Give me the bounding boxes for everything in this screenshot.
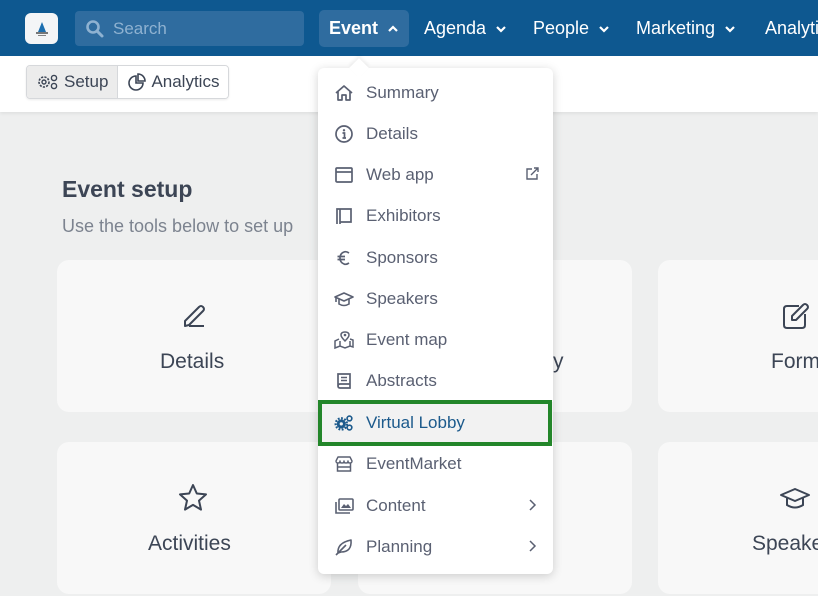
logo-icon [35,21,48,36]
nav-analytics[interactable]: Analytics [755,10,818,47]
nav-marketing-label: Marketing [636,18,716,38]
menu-item-label: Event map [366,329,448,349]
leaf-icon [335,538,352,556]
menu-item-label: Content [366,495,426,515]
card-speakers-label: Speake [752,532,818,555]
nav-event[interactable]: Event [319,10,410,47]
app-logo[interactable] [25,13,58,44]
chevron-up-icon [388,24,398,32]
top-navbar: Search Event Agenda People Marketing Ana… [0,0,818,56]
menu-item-label: Details [366,123,418,143]
nav-marketing[interactable]: Marketing [626,10,746,47]
card-activities[interactable]: Activities [57,442,331,594]
tab-analytics[interactable]: Analytics [118,66,229,98]
menu-item-label: Abstracts [366,370,437,390]
edit-square-icon [783,303,809,329]
gears-icon [334,414,353,431]
gears-icon [38,74,58,90]
map-pin-icon [334,330,354,349]
chevron-right-icon [529,540,537,552]
home-icon [335,84,353,101]
view-toggle: Setup Analytics [26,65,230,99]
menu-item-planning[interactable]: Planning [318,526,553,567]
nav-people[interactable]: People [523,10,620,47]
search-icon [86,19,104,37]
menu-item-label: Exhibitors [366,205,441,225]
images-icon [335,497,354,514]
info-icon [335,124,353,143]
menu-item-eventmarket[interactable]: EventMarket [318,443,553,484]
menu-item-details[interactable]: Details [318,113,553,154]
card-activities-label: Activities [148,532,231,555]
graduation-cap-icon [780,488,810,509]
external-link-icon [526,167,539,180]
event-dropdown-menu: Summary Details Web app Exhibitors Spons… [318,58,553,574]
menu-item-abstracts[interactable]: Abstracts [318,360,553,401]
pie-chart-icon [128,73,147,91]
menu-item-summary[interactable]: Summary [318,72,553,113]
star-icon [179,484,207,511]
tab-analytics-label: Analytics [151,72,220,91]
chevron-down-icon [496,25,506,33]
menu-item-label: Speakers [366,288,438,308]
nav-event-label: Event [329,18,379,38]
menu-item-label: Virtual Lobby [366,412,465,432]
page-title: Event setup [62,176,193,202]
tab-setup-label: Setup [64,72,109,91]
card-lobby-label: y [553,350,564,373]
card-forms[interactable]: Form [658,260,818,412]
page-subtitle: Use the tools below to set up [62,216,294,236]
nav-people-label: People [533,18,590,38]
menu-item-label: EventMarket [366,453,462,473]
menu-item-label: Web app [366,164,434,184]
chevron-down-icon [599,25,609,33]
pencil-icon [184,305,205,327]
card-details-label: Details [160,350,225,373]
menu-item-label: Summary [366,82,439,102]
menu-item-content[interactable]: Content [318,485,553,526]
tab-setup[interactable]: Setup [27,66,119,98]
book-icon [337,372,351,389]
nav-agenda-label: Agenda [424,18,487,38]
chevron-right-icon [529,499,537,511]
euro-icon [337,250,350,265]
graduation-cap-icon [334,291,354,306]
menu-item-speakers[interactable]: Speakers [318,278,553,319]
menu-item-exhibitors[interactable]: Exhibitors [318,195,553,236]
search-placeholder: Search [113,18,167,38]
search-input[interactable]: Search [75,11,304,46]
menu-item-event-map[interactable]: Event map [318,319,553,360]
nav-agenda[interactable]: Agenda [414,10,517,47]
menu-item-label: Planning [366,536,433,556]
booth-icon [336,207,352,224]
card-forms-label: Form [771,350,818,373]
menu-item-web-app[interactable]: Web app [318,154,553,195]
browser-window-icon [335,166,353,183]
nav-analytics-label: Analytics [765,18,818,38]
chevron-down-icon [725,25,735,33]
card-speakers[interactable]: Speake [658,442,818,594]
menu-item-virtual-lobby[interactable]: Virtual Lobby [318,402,553,443]
card-details[interactable]: Details [57,260,331,412]
menu-item-sponsors[interactable]: Sponsors [318,237,553,278]
store-icon [335,455,353,472]
menu-item-label: Sponsors [366,247,438,267]
